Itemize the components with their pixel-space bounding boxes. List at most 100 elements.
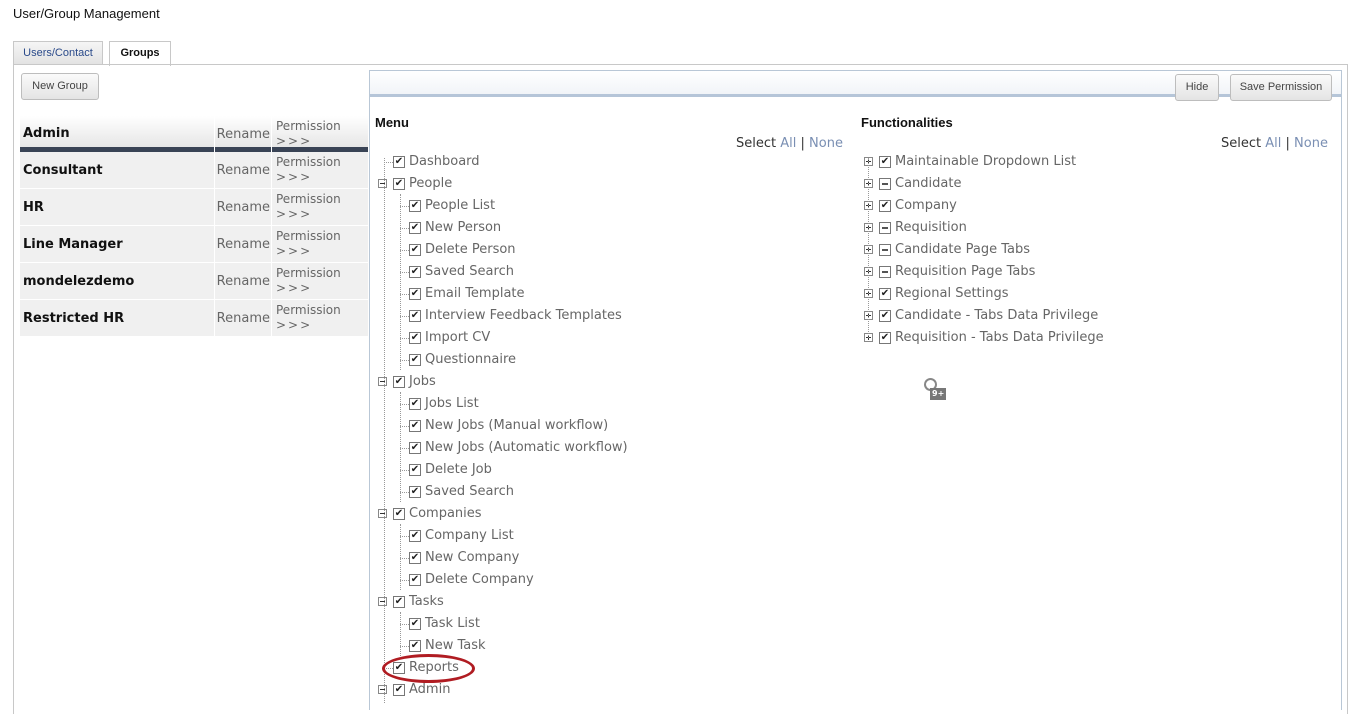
functionality-tree-item: ✔ Company — [0, 196, 1300, 216]
checkbox-checked-icon[interactable]: ✔ — [879, 310, 891, 322]
menu-item-label[interactable]: New Task — [425, 636, 486, 656]
menu-tree-item: ✔ Delete Company — [0, 570, 700, 590]
checkbox-checked-icon[interactable]: ✔ — [393, 684, 405, 696]
checkbox-checked-icon[interactable]: ✔ — [393, 508, 405, 520]
checkbox-checked-icon[interactable]: ✔ — [393, 596, 405, 608]
checkbox-checked-icon[interactable]: ✔ — [409, 420, 421, 432]
menu-tree-item: ✔ Company List — [0, 526, 700, 546]
functionality-item-label[interactable]: Requisition - Tabs Data Privilege — [895, 328, 1104, 348]
functionality-item-label[interactable]: Maintainable Dropdown List — [895, 152, 1076, 172]
functionality-tree-item: Candidate Page Tabs — [0, 240, 1300, 260]
checkbox-checked-icon[interactable]: ✔ — [409, 574, 421, 586]
checkbox-checked-icon[interactable]: ✔ — [409, 354, 421, 366]
checkbox-checked-icon[interactable]: ✔ — [409, 442, 421, 454]
hide-button[interactable]: Hide — [1175, 74, 1219, 101]
collapse-toggle-icon[interactable] — [378, 509, 387, 518]
separator: | — [1285, 136, 1290, 151]
menu-item-label[interactable]: Jobs — [409, 372, 436, 392]
menu-item-label[interactable]: Task List — [425, 614, 480, 634]
checkbox-checked-icon[interactable]: ✔ — [879, 288, 891, 300]
collapse-toggle-icon[interactable] — [378, 597, 387, 606]
checkbox-partial-icon[interactable] — [879, 222, 891, 234]
menu-select-none-link[interactable]: None — [809, 136, 843, 151]
checkbox-checked-icon[interactable]: ✔ — [879, 156, 891, 168]
permission-label: Permission — [276, 119, 341, 133]
functionality-tree-item: Requisition — [0, 218, 1300, 238]
menu-tree-item: ✔ New Jobs (Manual workflow) — [0, 416, 700, 436]
menu-select-all-link[interactable]: All — [780, 136, 796, 151]
functionalities-section-title: Functionalities — [861, 115, 953, 130]
checkbox-checked-icon[interactable]: ✔ — [393, 376, 405, 388]
group-name[interactable]: Admin — [23, 115, 70, 152]
functionality-tree-item: Requisition Page Tabs — [0, 262, 1300, 282]
tab-users-contact[interactable]: Users/Contact — [13, 41, 103, 65]
menu-tree-item: ✔ Tasks — [0, 592, 700, 612]
save-permission-button[interactable]: Save Permission — [1230, 74, 1332, 101]
functionality-item-label[interactable]: Requisition — [895, 218, 967, 238]
checkbox-checked-icon[interactable]: ✔ — [409, 464, 421, 476]
tree-connector — [400, 580, 409, 581]
menu-item-label[interactable]: Companies — [409, 504, 482, 524]
menu-tree-item: ✔ Delete Job — [0, 460, 700, 480]
tree-guide-line — [400, 612, 401, 656]
menu-select-controls: Select All | None — [736, 136, 843, 151]
tree-connector — [400, 448, 409, 449]
permission-link[interactable]: Permission >>> — [271, 116, 368, 153]
separator: | — [800, 136, 805, 151]
functionalities-select-all-link[interactable]: All — [1265, 136, 1281, 151]
group-row[interactable]: Admin Rename Permission >>> — [20, 116, 368, 153]
page-title: User/Group Management — [13, 6, 160, 21]
menu-item-label[interactable]: New Jobs (Manual workflow) — [425, 416, 608, 436]
loading-badge: 9+ — [930, 388, 947, 400]
checkbox-checked-icon[interactable]: ✔ — [409, 530, 421, 542]
select-label: Select — [736, 136, 777, 151]
tree-guide-line — [400, 524, 401, 590]
menu-item-label[interactable]: Admin — [409, 680, 450, 700]
checkbox-checked-icon[interactable]: ✔ — [409, 618, 421, 630]
checkbox-partial-icon[interactable] — [879, 178, 891, 190]
functionality-item-label[interactable]: Candidate Page Tabs — [895, 240, 1030, 260]
checkbox-checked-icon[interactable]: ✔ — [409, 398, 421, 410]
menu-item-label[interactable]: New Company — [425, 548, 519, 568]
tree-connector — [400, 624, 409, 625]
loading-icon: 9+ — [924, 378, 947, 402]
tree-connector — [400, 426, 409, 427]
menu-item-label[interactable]: Delete Company — [425, 570, 534, 590]
tree-connector — [400, 404, 409, 405]
checkbox-checked-icon[interactable]: ✔ — [879, 200, 891, 212]
rename-link[interactable]: Rename — [214, 116, 270, 153]
functionalities-select-none-link[interactable]: None — [1294, 136, 1328, 151]
menu-item-label[interactable]: Delete Job — [425, 460, 492, 480]
menu-item-label[interactable]: Saved Search — [425, 482, 514, 502]
menu-item-label[interactable]: Questionnaire — [425, 350, 516, 370]
menu-item-label[interactable]: Company List — [425, 526, 514, 546]
tab-groups[interactable]: Groups — [109, 41, 171, 66]
checkbox-partial-icon[interactable] — [879, 244, 891, 256]
functionality-tree-item: Candidate — [0, 174, 1300, 194]
menu-tree-item: ✔ New Task — [0, 636, 700, 656]
menu-tree-item: ✔ Saved Search — [0, 482, 700, 502]
checkbox-checked-icon[interactable]: ✔ — [409, 640, 421, 652]
tree-guide-line — [400, 392, 401, 502]
checkbox-checked-icon[interactable]: ✔ — [409, 486, 421, 498]
new-group-button[interactable]: New Group — [21, 73, 99, 100]
functionality-item-label[interactable]: Requisition Page Tabs — [895, 262, 1035, 282]
menu-tree-item: ✔ Jobs List — [0, 394, 700, 414]
functionality-item-label[interactable]: Candidate — [895, 174, 961, 194]
tree-connector — [400, 536, 409, 537]
select-label: Select — [1221, 136, 1262, 151]
menu-item-label[interactable]: Jobs List — [425, 394, 479, 414]
functionality-item-label[interactable]: Candidate - Tabs Data Privilege — [895, 306, 1098, 326]
checkbox-partial-icon[interactable] — [879, 266, 891, 278]
reports-highlight-annotation — [382, 654, 475, 683]
functionality-item-label[interactable]: Company — [895, 196, 957, 216]
functionality-tree-item: ✔ Candidate - Tabs Data Privilege — [0, 306, 1300, 326]
menu-item-label[interactable]: New Jobs (Automatic workflow) — [425, 438, 628, 458]
checkbox-checked-icon[interactable]: ✔ — [409, 552, 421, 564]
functionality-item-label[interactable]: Regional Settings — [895, 284, 1009, 304]
collapse-toggle-icon[interactable] — [378, 377, 387, 386]
collapse-toggle-icon[interactable] — [378, 685, 387, 694]
menu-item-label[interactable]: Tasks — [409, 592, 444, 612]
checkbox-checked-icon[interactable]: ✔ — [879, 332, 891, 344]
menu-tree-item: ✔ Admin — [0, 680, 700, 700]
